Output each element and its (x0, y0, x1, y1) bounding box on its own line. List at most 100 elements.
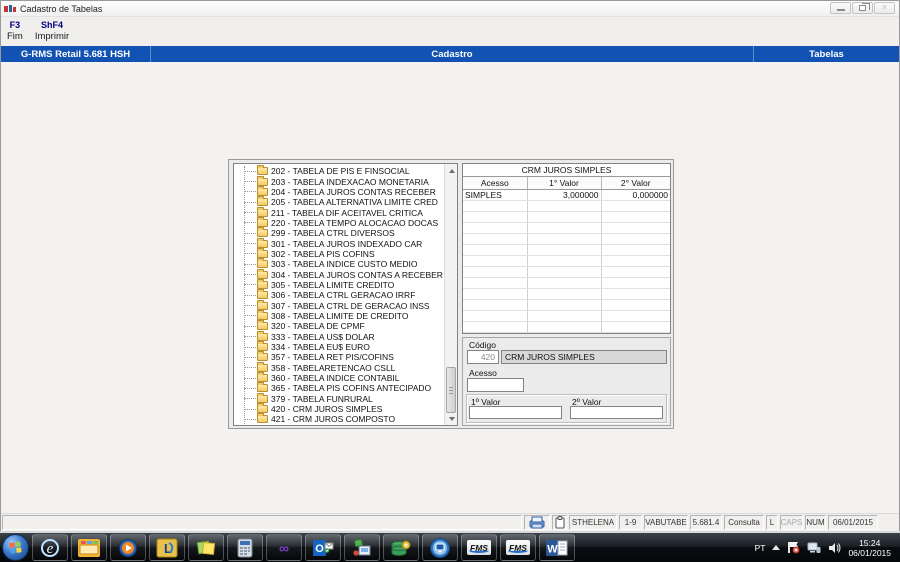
tree-item[interactable]: 379 - TABELA FUNRURAL (234, 392, 444, 404)
acesso-input[interactable] (467, 378, 524, 392)
tree-item[interactable]: 358 - TABELARETENCAO CSLL (234, 361, 444, 373)
restore-button[interactable] (852, 2, 873, 14)
tree-item[interactable]: 299 - TABELA CTRL DIVERSOS (234, 227, 444, 238)
svg-text:e: e (47, 541, 54, 557)
tree-item[interactable]: 333 - TABELA US$ DOLAR (234, 330, 444, 342)
media-player-taskbar-button[interactable] (110, 534, 146, 561)
scroll-up-icon[interactable] (445, 164, 457, 177)
tree-item[interactable]: 307 - TABELA CTRL DE GERACAO INSS (234, 299, 444, 311)
folder-icon (257, 330, 268, 341)
codigo-field[interactable]: 420 (467, 350, 499, 364)
co-app-taskbar-button[interactable]: ∞ (266, 534, 302, 561)
tree-item[interactable]: 204 - TABELA JUROS CONTAS RECEBER (234, 185, 444, 197)
speaker-icon[interactable] (828, 542, 842, 554)
network-icon[interactable] (807, 542, 821, 554)
clipboard-icon[interactable] (552, 515, 567, 530)
tree-item[interactable]: 202 - TABELA DE PIS E FINSOCIAL (234, 165, 444, 177)
folder-icon (257, 237, 268, 248)
language-indicator[interactable]: PT (755, 543, 766, 553)
remote-desktop-icon (429, 537, 451, 559)
folder-icon (257, 175, 268, 186)
tree-item[interactable]: 308 - TABELA LIMITE DE CREDITO (234, 309, 444, 321)
grid-cell (463, 233, 528, 245)
grid-cell (527, 211, 602, 223)
close-button[interactable]: ✕ (874, 2, 895, 14)
grid-data-row[interactable]: SIMPLES 3,000000 0,000000 (463, 189, 670, 201)
calculator-taskbar-button[interactable] (227, 534, 263, 561)
grid-cell (527, 299, 602, 311)
scroll-down-icon[interactable] (445, 412, 457, 425)
tree-item[interactable]: 303 - TABELA INDICE CUSTO MEDIO (234, 258, 444, 269)
folder-icon (257, 258, 268, 269)
action-center-flag-icon[interactable] (787, 541, 800, 554)
tree-item[interactable]: 203 - TABELA INDEXACAO MONETARIA (234, 175, 444, 187)
tree-connector (244, 305, 256, 307)
tree-item[interactable]: 320 - TABELA DE CPMF (234, 320, 444, 331)
tree-item[interactable]: 421 - CRM JUROS COMPOSTO (234, 413, 444, 424)
valor2-input[interactable] (570, 406, 663, 419)
setup-tool-taskbar-button[interactable] (344, 534, 380, 561)
grid-cell (601, 299, 670, 311)
folder-icon (257, 268, 268, 279)
tree-item[interactable]: 302 - TABELA PIS COFINS (234, 247, 444, 259)
tree-item[interactable]: 360 - TABELA INDICE CONTABIL (234, 372, 444, 384)
tree-item[interactable]: 420 - CRM JUROS SIMPLES (234, 403, 444, 414)
printer-icon[interactable] (524, 515, 550, 530)
outlook-taskbar-button[interactable]: O (305, 534, 341, 561)
scrollbar-thumb[interactable] (446, 367, 456, 413)
hidden-icons-arrow-icon[interactable] (772, 545, 781, 550)
tree-item[interactable]: 365 - TABELA PIS COFINS ANTECIPADO (234, 382, 444, 393)
tree-item[interactable]: 306 - TABELA CTRL GERACAO IRRF (234, 289, 444, 300)
remote-desktop-taskbar-button[interactable] (422, 534, 458, 561)
tree-item-label: 360 - TABELA INDICE CONTABIL (271, 373, 400, 384)
status-cell: NUM (805, 515, 826, 530)
tree-connector (244, 201, 256, 203)
status-cell: 06/01/2015 (828, 515, 878, 530)
tree-item-label: 202 - TABELA DE PIS E FINSOCIAL (271, 166, 410, 177)
svg-text:∞: ∞ (279, 540, 289, 556)
tree-item[interactable]: 301 - TABELA JUROS INDEXADO CAR (234, 237, 444, 249)
grid-cell (463, 332, 528, 333)
fms-app-1-taskbar-button[interactable]: FMS (461, 534, 497, 561)
windows-explorer-taskbar-button[interactable] (71, 534, 107, 561)
fms-app-2-taskbar-button[interactable]: FMS (500, 534, 536, 561)
menu-bar: F3 Fim ShF4 Imprimir (1, 17, 899, 46)
minimize-button[interactable] (830, 2, 851, 14)
grid-cell: 0,000000 (601, 189, 670, 201)
grid-empty-row (463, 299, 670, 311)
tree-item[interactable]: 205 - TABELA ALTERNATIVA LIMITE CRED (234, 196, 444, 207)
grid-empty-row (463, 233, 670, 245)
grid-cell (527, 332, 602, 333)
taskbar-clock[interactable]: 15:24 06/01/2015 (848, 538, 891, 558)
tree-item[interactable]: 304 - TABELA JUROS CONTAS A RECEBER (234, 268, 444, 280)
tree-item[interactable]: 220 - TABELA TEMPO ALOCACAO DOCAS (234, 216, 444, 228)
tree-item-label: 358 - TABELARETENCAO CSLL (271, 362, 396, 373)
start-button[interactable] (2, 534, 29, 561)
menu-item-imprimir[interactable]: ShF4 Imprimir (29, 17, 75, 46)
tree-connector (244, 191, 256, 193)
grid-cell (463, 299, 528, 311)
menu-item-fim[interactable]: F3 Fim (1, 17, 29, 46)
folder-icon (257, 165, 268, 176)
system-tray: PT 15:24 06/01/2015 (755, 538, 900, 558)
tree-item[interactable]: 211 - TABELA DIF ACEITAVEL CRITICA (234, 206, 444, 218)
tree-item[interactable]: 305 - TABELA LIMITE CREDITO (234, 278, 444, 290)
tree-item-label: 302 - TABELA PIS COFINS (271, 248, 375, 259)
tree-connector (244, 170, 256, 172)
valor1-input[interactable] (469, 406, 562, 419)
sticky-notes-taskbar-button[interactable] (188, 534, 224, 561)
tree-scrollbar[interactable] (444, 164, 457, 425)
tree-item[interactable]: 357 - TABELA RET PIS/COFINS (234, 351, 444, 362)
grid-cell (601, 266, 670, 278)
database-tool-taskbar-button[interactable] (383, 534, 419, 561)
word-taskbar-button[interactable]: W (539, 534, 575, 561)
lotus-app-taskbar-button[interactable]: L (149, 534, 185, 561)
status-cell: L (766, 515, 778, 530)
status-cell: STHELENA (569, 515, 617, 530)
grid-cell: 3,000000 (527, 189, 602, 201)
internet-explorer-taskbar-button[interactable]: e (32, 534, 68, 561)
grid-cell (601, 233, 670, 245)
folder-icon (257, 185, 268, 196)
tree-connector (244, 398, 256, 400)
tree-item[interactable]: 334 - TABELA EU$ EURO (234, 341, 444, 352)
